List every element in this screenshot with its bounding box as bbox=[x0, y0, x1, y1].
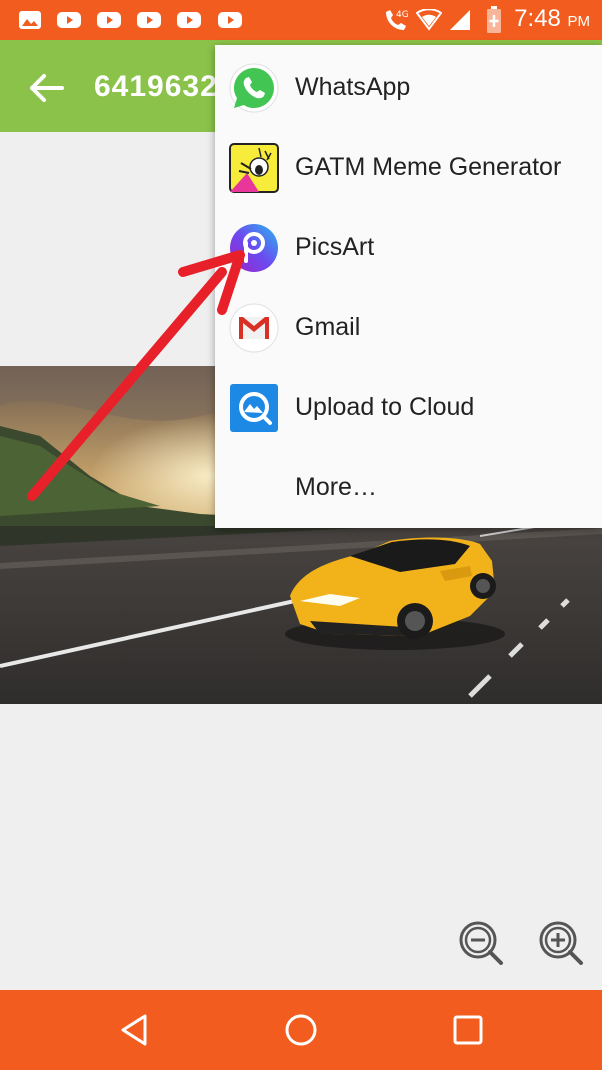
share-option-meme-generator[interactable]: GATM Meme Generator bbox=[215, 128, 602, 208]
image-icon bbox=[19, 11, 41, 29]
youtube-icon bbox=[218, 12, 242, 28]
status-time: 7:48 PM bbox=[514, 5, 590, 33]
youtube-icon bbox=[177, 12, 201, 28]
system-nav-bar bbox=[0, 990, 602, 1070]
share-option-label: More… bbox=[295, 473, 377, 501]
gmail-icon bbox=[229, 303, 279, 353]
nav-back-icon[interactable] bbox=[115, 1010, 155, 1050]
whatsapp-icon bbox=[229, 63, 279, 113]
nav-home-icon[interactable] bbox=[281, 1010, 321, 1050]
zoom-in-icon[interactable] bbox=[538, 920, 584, 966]
status-bar: 4G 4G 7:48 PM bbox=[0, 0, 602, 40]
zoom-out-icon[interactable] bbox=[458, 920, 504, 966]
share-option-more[interactable]: More… bbox=[215, 448, 602, 528]
clock-ampm: PM bbox=[567, 13, 591, 30]
wifi-icon bbox=[416, 9, 442, 31]
share-option-label: Gmail bbox=[295, 313, 361, 341]
battery-charging-icon bbox=[487, 6, 501, 33]
share-option-label: Upload to Cloud bbox=[295, 393, 475, 421]
youtube-icon bbox=[137, 12, 161, 28]
back-arrow-icon[interactable] bbox=[22, 64, 70, 112]
youtube-icon bbox=[97, 12, 121, 28]
youtube-icon bbox=[57, 12, 81, 28]
share-option-label: PicsArt bbox=[295, 233, 375, 261]
share-option-upload-cloud[interactable]: Upload to Cloud bbox=[215, 368, 602, 448]
share-option-whatsapp[interactable]: WhatsApp bbox=[215, 48, 602, 128]
upload-cloud-icon bbox=[230, 384, 278, 432]
picsart-icon bbox=[230, 224, 278, 272]
page-title: 6419632 bbox=[94, 70, 218, 103]
share-option-picsart[interactable]: PicsArt bbox=[215, 208, 602, 288]
share-option-gmail[interactable]: Gmail bbox=[215, 288, 602, 368]
meme-generator-icon bbox=[229, 143, 279, 193]
share-menu: WhatsApp GATM Meme Generator PicsArt Gma… bbox=[215, 45, 602, 528]
share-option-label: WhatsApp bbox=[295, 73, 411, 101]
clock-time: 7:48 bbox=[514, 5, 561, 32]
nav-recents-icon[interactable] bbox=[448, 1010, 488, 1050]
share-option-label: GATM Meme Generator bbox=[295, 153, 562, 181]
signal-icon bbox=[450, 10, 470, 30]
